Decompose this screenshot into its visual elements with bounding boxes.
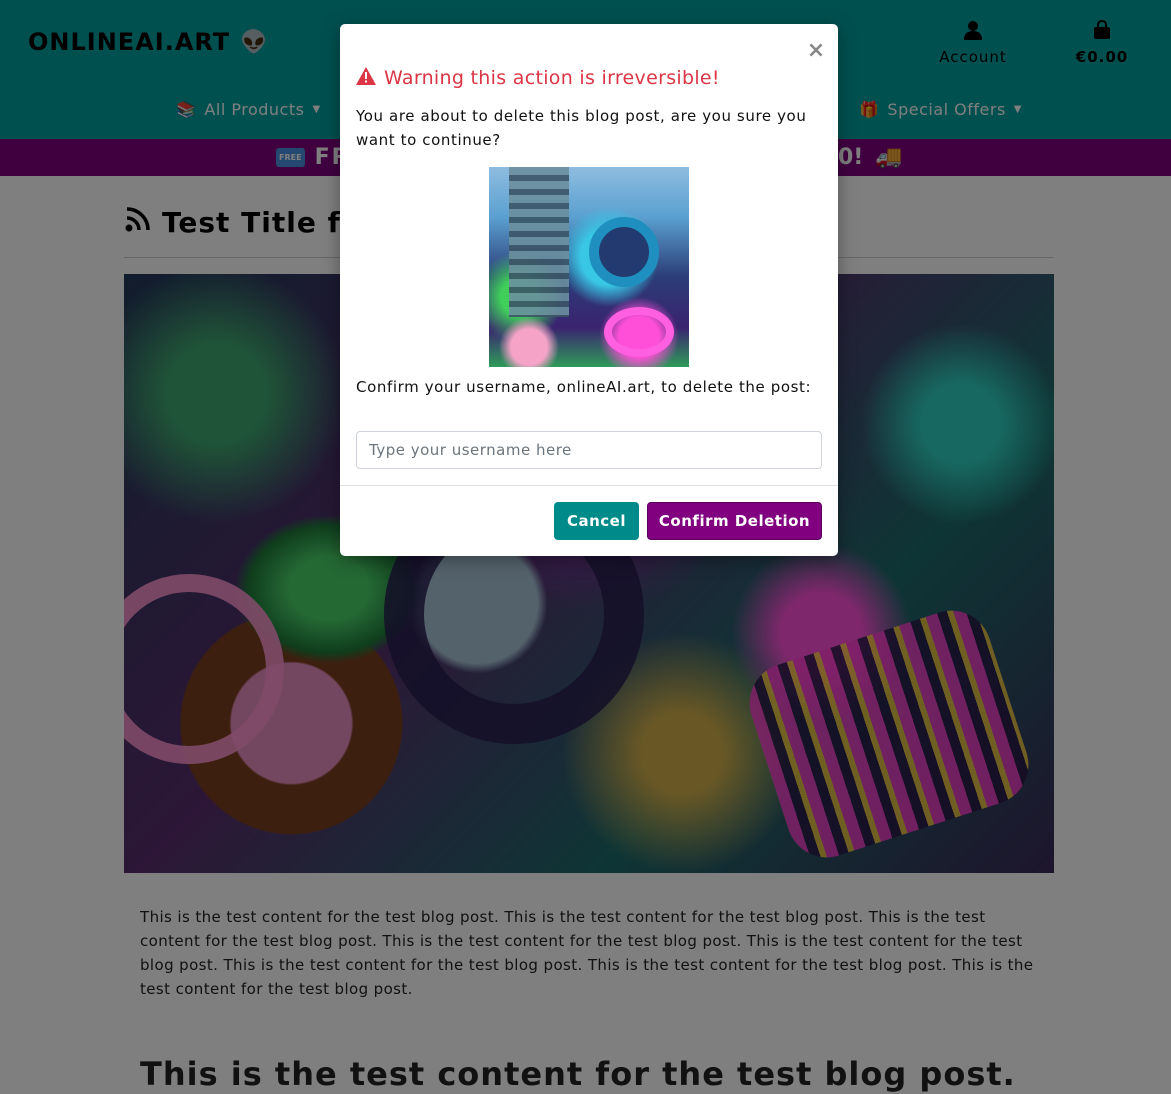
modal-title: Warning this action is irreversible!: [356, 66, 720, 90]
cancel-button[interactable]: Cancel: [554, 502, 639, 540]
close-icon[interactable]: ×: [806, 40, 826, 62]
post-thumbnail: [489, 167, 689, 367]
username-prompt: Confirm your username, onlineAI.art, to …: [356, 378, 812, 396]
warning-triangle-icon: [356, 66, 376, 90]
modal-message: You are about to delete this blog post, …: [356, 107, 807, 149]
delete-confirm-modal: Warning this action is irreversible! × Y…: [340, 24, 838, 556]
modal-footer-divider: [340, 485, 838, 486]
confirm-deletion-button[interactable]: Confirm Deletion: [647, 502, 822, 540]
thumbnail-gear-decor: [589, 217, 659, 287]
username-input[interactable]: [356, 431, 822, 469]
thumbnail-glow-decor: [604, 307, 674, 357]
modal-title-text: Warning this action is irreversible!: [384, 67, 720, 89]
thumbnail-tower-decor: [509, 167, 569, 317]
